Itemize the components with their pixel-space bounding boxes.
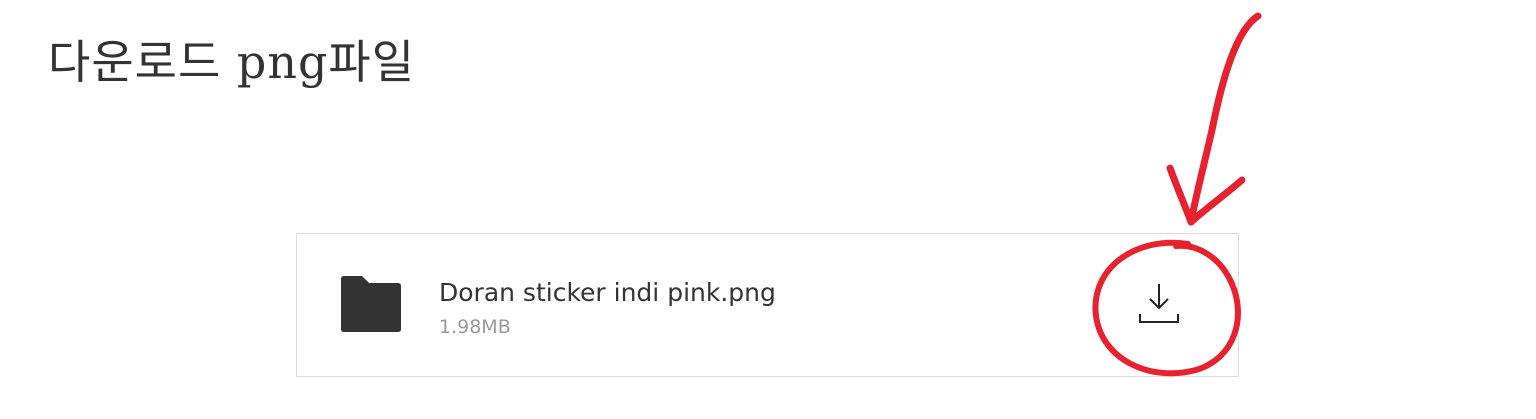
file-name: Doran sticker indi pink.png xyxy=(439,278,776,307)
folder-icon xyxy=(341,276,401,332)
arrow-head-right xyxy=(1187,176,1246,226)
download-icon xyxy=(1131,274,1187,330)
download-button[interactable] xyxy=(1131,274,1187,330)
file-size: 1.98MB xyxy=(439,316,511,338)
file-attachment-card: Doran sticker indi pink.png 1.98MB xyxy=(296,233,1239,377)
page-title: 다운로드 png파일 xyxy=(48,35,416,89)
arrow-shaft xyxy=(1187,12,1262,226)
arrow-head-left xyxy=(1166,164,1195,226)
